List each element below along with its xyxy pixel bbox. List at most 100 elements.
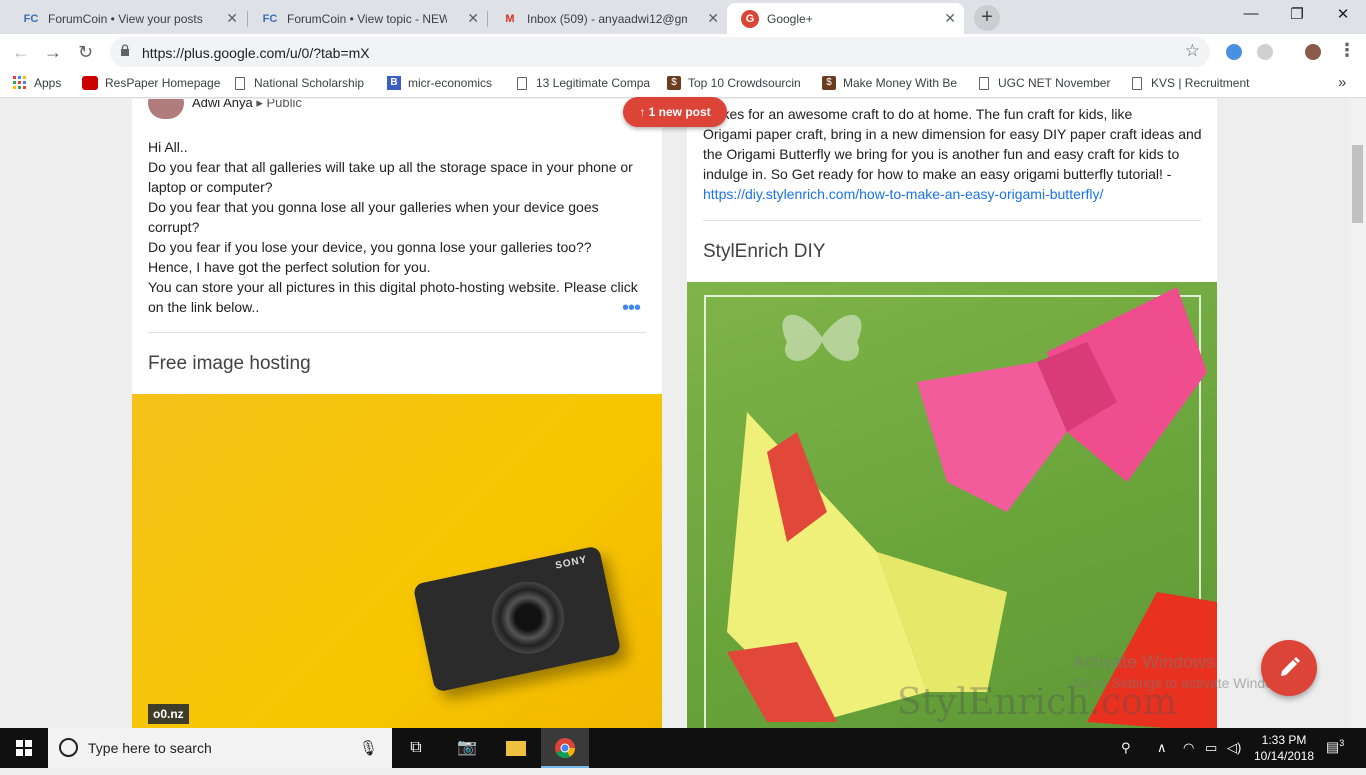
- bookmark-national-scholarship[interactable]: National Scholarship: [233, 76, 364, 90]
- post-line: Hence, I have got the perfect solution f…: [148, 259, 431, 275]
- compose-post-button[interactable]: [1261, 640, 1317, 696]
- chevron-up-icon[interactable]: ∧: [1157, 740, 1167, 756]
- scrollbar-thumb[interactable]: [1352, 145, 1363, 223]
- bookmark-label: UGC NET November: [998, 76, 1111, 90]
- new-tab-button[interactable]: +: [974, 5, 1000, 31]
- bookmark-label: Top 10 Crowdsourcin: [688, 76, 801, 90]
- tab-title: ForumCoin • View topic - NEW (F: [287, 11, 447, 26]
- post-line: laptop or computer?: [148, 179, 273, 195]
- bookmark-kvs[interactable]: KVS | Recruitment: [1130, 76, 1249, 90]
- bookmark-label: 13 Legitimate Compa: [536, 76, 651, 90]
- dollar-icon: $: [667, 76, 681, 90]
- bookmark-apps[interactable]: Apps: [13, 76, 61, 90]
- windows-start-icon[interactable]: [0, 728, 48, 768]
- bookmark-label: ResPaper Homepage: [105, 76, 221, 90]
- pencil-icon: [1281, 657, 1300, 676]
- microphone-icon[interactable]: 🎙: [359, 739, 378, 757]
- new-post-label: 1 new post: [648, 105, 711, 119]
- post-body: makes for an awesome craft to do at home…: [703, 104, 1203, 204]
- page-icon: [517, 76, 527, 90]
- bookmark-micro-economics[interactable]: B micr-economics: [387, 76, 492, 90]
- post-line: Origami paper craft, bring in a new dime…: [703, 126, 1202, 142]
- forward-arrow-icon[interactable]: →: [44, 42, 62, 63]
- bookmark-crowdsourcing[interactable]: $ Top 10 Crowdsourcin: [667, 76, 801, 90]
- post-line: on the link below..: [148, 299, 260, 315]
- close-tab-icon[interactable]: ✕: [944, 10, 956, 27]
- taskbar-search-box[interactable]: Type here to search 🎙: [48, 728, 392, 768]
- post-line: Do you fear that all galleries will take…: [148, 159, 633, 175]
- back-arrow-icon[interactable]: ←: [12, 42, 30, 63]
- battery-icon[interactable]: ▭: [1205, 740, 1217, 756]
- link-preview-image[interactable]: SONY o0.nz: [132, 394, 662, 728]
- bookmark-make-money[interactable]: $ Make Money With Be: [822, 76, 957, 90]
- menu-dots-icon[interactable]: ⋮: [1338, 40, 1356, 61]
- link-preview-title[interactable]: Free image hosting: [148, 353, 311, 375]
- google-plus-favicon-icon: G: [741, 9, 759, 28]
- file-explorer-icon[interactable]: [492, 728, 540, 768]
- tab-forumcoin-posts[interactable]: FC ForumCoin • View your posts ✕: [8, 3, 246, 34]
- extension-icon[interactable]: [1257, 44, 1273, 60]
- restore-icon[interactable]: ❐: [1274, 5, 1320, 23]
- page-scrollbar[interactable]: [1349, 99, 1366, 728]
- address-bar[interactable]: https://plus.google.com/u/0/?tab=mX ☆: [110, 37, 1210, 67]
- search-placeholder: Type here to search: [88, 740, 212, 756]
- camera-brand: SONY: [554, 554, 589, 572]
- bookmark-star-icon[interactable]: ☆: [1185, 41, 1200, 61]
- page-icon: [1132, 76, 1142, 90]
- post-line: corrupt?: [148, 219, 200, 235]
- tab-forumcoin-topic[interactable]: FC ForumCoin • View topic - NEW (F ✕: [247, 3, 487, 34]
- tab-bar: FC ForumCoin • View your posts ✕ FC Foru…: [0, 0, 1366, 34]
- bookmark-ugc-net[interactable]: UGC NET November: [977, 76, 1110, 90]
- task-view-icon[interactable]: ⧉: [392, 728, 440, 768]
- page-icon: [235, 76, 245, 90]
- bookmarks-overflow-button[interactable]: »: [1338, 74, 1346, 91]
- tab-title: ForumCoin • View your posts: [48, 11, 203, 26]
- close-tab-icon[interactable]: ✕: [226, 10, 238, 27]
- post-line: the Origami Butterfly we bring for you i…: [703, 146, 1180, 162]
- new-post-button[interactable]: ↑ 1 new post: [623, 97, 727, 127]
- butterfly-outline-image: [782, 314, 862, 361]
- page-icon: [979, 76, 989, 90]
- profile-avatar[interactable]: [1305, 44, 1321, 60]
- feed-area: Adwi Anya ▸ Public Hi All.. Do you fear …: [0, 99, 1366, 728]
- bookmarks-bar: Apps ResPaper Homepage National Scholars…: [0, 70, 1366, 98]
- avatar[interactable]: [148, 99, 184, 119]
- author-name[interactable]: Adwi Anya: [192, 99, 253, 110]
- close-window-icon[interactable]: ✕: [1320, 5, 1366, 23]
- browser-toolbar: ← → ↻ https://plus.google.com/u/0/?tab=m…: [0, 34, 1366, 70]
- tab-google-plus[interactable]: G Google+ ✕: [727, 3, 964, 34]
- clock-date: 10/14/2018: [1253, 749, 1315, 763]
- chrome-taskbar-icon[interactable]: [541, 728, 589, 768]
- dollar-icon: $: [822, 76, 836, 90]
- post-card: makes for an awesome craft to do at home…: [687, 99, 1217, 728]
- bookmark-respaper[interactable]: ResPaper Homepage: [82, 76, 220, 90]
- chevron-right-icon: ▸: [256, 99, 267, 110]
- extension-icon[interactable]: [1226, 44, 1242, 60]
- camera-app-icon[interactable]: 📷: [443, 728, 491, 768]
- minimize-icon[interactable]: —: [1228, 5, 1274, 22]
- close-tab-icon[interactable]: ✕: [707, 10, 719, 27]
- notification-center-icon[interactable]: ▤3: [1326, 738, 1344, 756]
- more-options-button[interactable]: •••: [622, 297, 641, 320]
- system-clock[interactable]: 1:33 PM 10/14/2018: [1244, 732, 1324, 764]
- reload-icon[interactable]: ↻: [78, 42, 93, 63]
- wifi-icon[interactable]: ◠: [1183, 740, 1194, 756]
- arrow-up-icon: ↑: [639, 105, 649, 119]
- post-line: Do you fear if you lose your device, you…: [148, 239, 592, 255]
- link-preview-title[interactable]: StylEnrich DIY: [703, 241, 825, 263]
- tab-title: Google+: [767, 11, 813, 26]
- gmail-favicon-icon: M: [505, 12, 515, 25]
- tab-gmail-inbox[interactable]: M Inbox (509) - anyaadwi12@gmail ✕: [487, 3, 727, 34]
- cortana-icon: [59, 738, 78, 757]
- url-text[interactable]: https://plus.google.com/u/0/?tab=mX: [142, 45, 370, 61]
- bookmark-label: Apps: [34, 76, 62, 90]
- people-icon[interactable]: ⚲: [1121, 740, 1131, 756]
- watermark-subtitle: Go to Settings to activate Windows: [1073, 675, 1291, 691]
- image-source-tag: o0.nz: [148, 704, 189, 724]
- volume-icon[interactable]: ◁): [1227, 740, 1241, 756]
- post-link[interactable]: https://diy.stylenrich.com/how-to-make-a…: [703, 184, 1203, 204]
- post-body: Hi All.. Do you fear that all galleries …: [148, 137, 648, 317]
- close-tab-icon[interactable]: ✕: [467, 10, 479, 27]
- bookmark-legitimate-companies[interactable]: 13 Legitimate Compa: [515, 76, 650, 90]
- bookmark-label: KVS | Recruitment: [1151, 76, 1250, 90]
